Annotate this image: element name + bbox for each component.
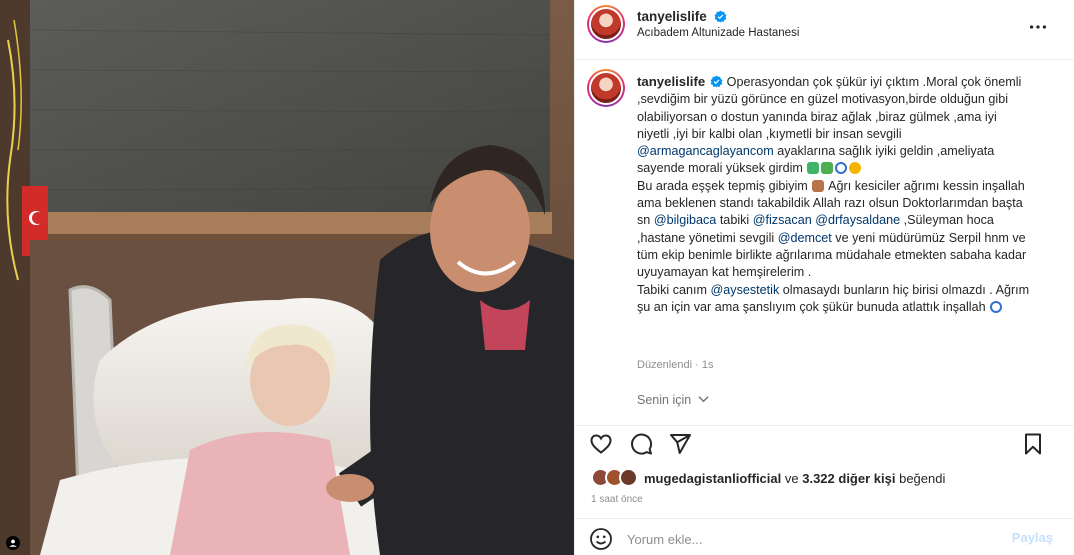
user-tag-icon[interactable] xyxy=(6,536,20,550)
likes-text: mugedagistanliofficial ve 3.322 diğer ki… xyxy=(644,471,945,486)
liker-avatars[interactable] xyxy=(591,468,641,488)
post-side-panel: tanyelislife Acıbadem Altunizade Hastane… xyxy=(574,0,1074,555)
author-name-row: tanyelislife xyxy=(637,8,727,26)
avatar xyxy=(619,468,638,487)
post-timestamp[interactable]: 1 saat önce xyxy=(591,494,643,505)
mention-link[interactable]: @armagancaglayancom xyxy=(637,144,774,158)
comment-icon[interactable] xyxy=(629,432,653,456)
verified-icon xyxy=(710,75,723,88)
translation-label: Senin için xyxy=(637,393,692,407)
caption-text: Bu arada eşşek tepmiş gibiyim xyxy=(637,178,808,193)
comment-bar: Paylaş xyxy=(575,518,1074,555)
mention-link[interactable]: @demcet xyxy=(778,231,832,245)
green-heart-emoji-icon xyxy=(807,162,820,175)
mention-link[interactable]: @aysestetik xyxy=(711,283,780,297)
translation-toggle[interactable]: Senin için xyxy=(637,393,709,407)
heart-icon[interactable] xyxy=(589,432,613,456)
caption-username[interactable]: tanyelislife xyxy=(637,74,705,89)
post-actions xyxy=(575,425,1074,461)
mention-link[interactable]: @fizsacan xyxy=(753,213,812,227)
meta-separator: · xyxy=(695,359,699,371)
hospital-photo-illustration xyxy=(0,0,574,555)
caption-meta: Düzenlendi · 1s xyxy=(637,359,713,371)
post-comment-button[interactable]: Paylaş xyxy=(1012,530,1053,545)
mention-link[interactable]: @bilgibaca xyxy=(654,213,717,227)
likes-count[interactable]: 3.322 diğer kişi xyxy=(802,471,895,486)
emoji-icon[interactable] xyxy=(589,527,613,551)
blue-circle-emoji-icon xyxy=(835,162,848,175)
author-username[interactable]: tanyelislife xyxy=(637,9,707,24)
liker-username[interactable]: mugedagistanliofficial xyxy=(644,471,781,486)
blue-circle-emoji-icon xyxy=(990,300,1003,313)
verified-icon xyxy=(714,10,727,23)
face-emoji-icon xyxy=(849,162,862,175)
caption-age: 1s xyxy=(701,359,714,371)
likes-connector: ve xyxy=(784,471,799,486)
caption-author-avatar[interactable] xyxy=(587,69,625,107)
author-avatar[interactable] xyxy=(587,5,625,43)
chevron-down-icon xyxy=(698,396,709,403)
green-emoji-icon xyxy=(821,162,834,175)
edited-label: Düzenlendi xyxy=(637,359,693,371)
bookmark-icon[interactable] xyxy=(1021,432,1045,456)
comment-input[interactable] xyxy=(627,528,987,550)
monkey-emoji-icon xyxy=(812,179,825,192)
mention-link[interactable]: @drfaysaldane xyxy=(815,213,900,227)
post-photo xyxy=(0,0,574,555)
post-location[interactable]: Acıbadem Altunizade Hastanesi xyxy=(637,27,799,39)
post-header: tanyelislife Acıbadem Altunizade Hastane… xyxy=(575,0,1074,60)
post-caption: tanyelislife Operasyondan çok şükür iyi … xyxy=(637,73,1032,316)
more-icon[interactable] xyxy=(1027,16,1049,38)
caption-text: tabiki xyxy=(719,213,750,228)
caption-text: Tabiki canım xyxy=(637,282,707,297)
likes-suffix: beğendi xyxy=(899,471,946,486)
share-icon[interactable] xyxy=(668,432,692,456)
